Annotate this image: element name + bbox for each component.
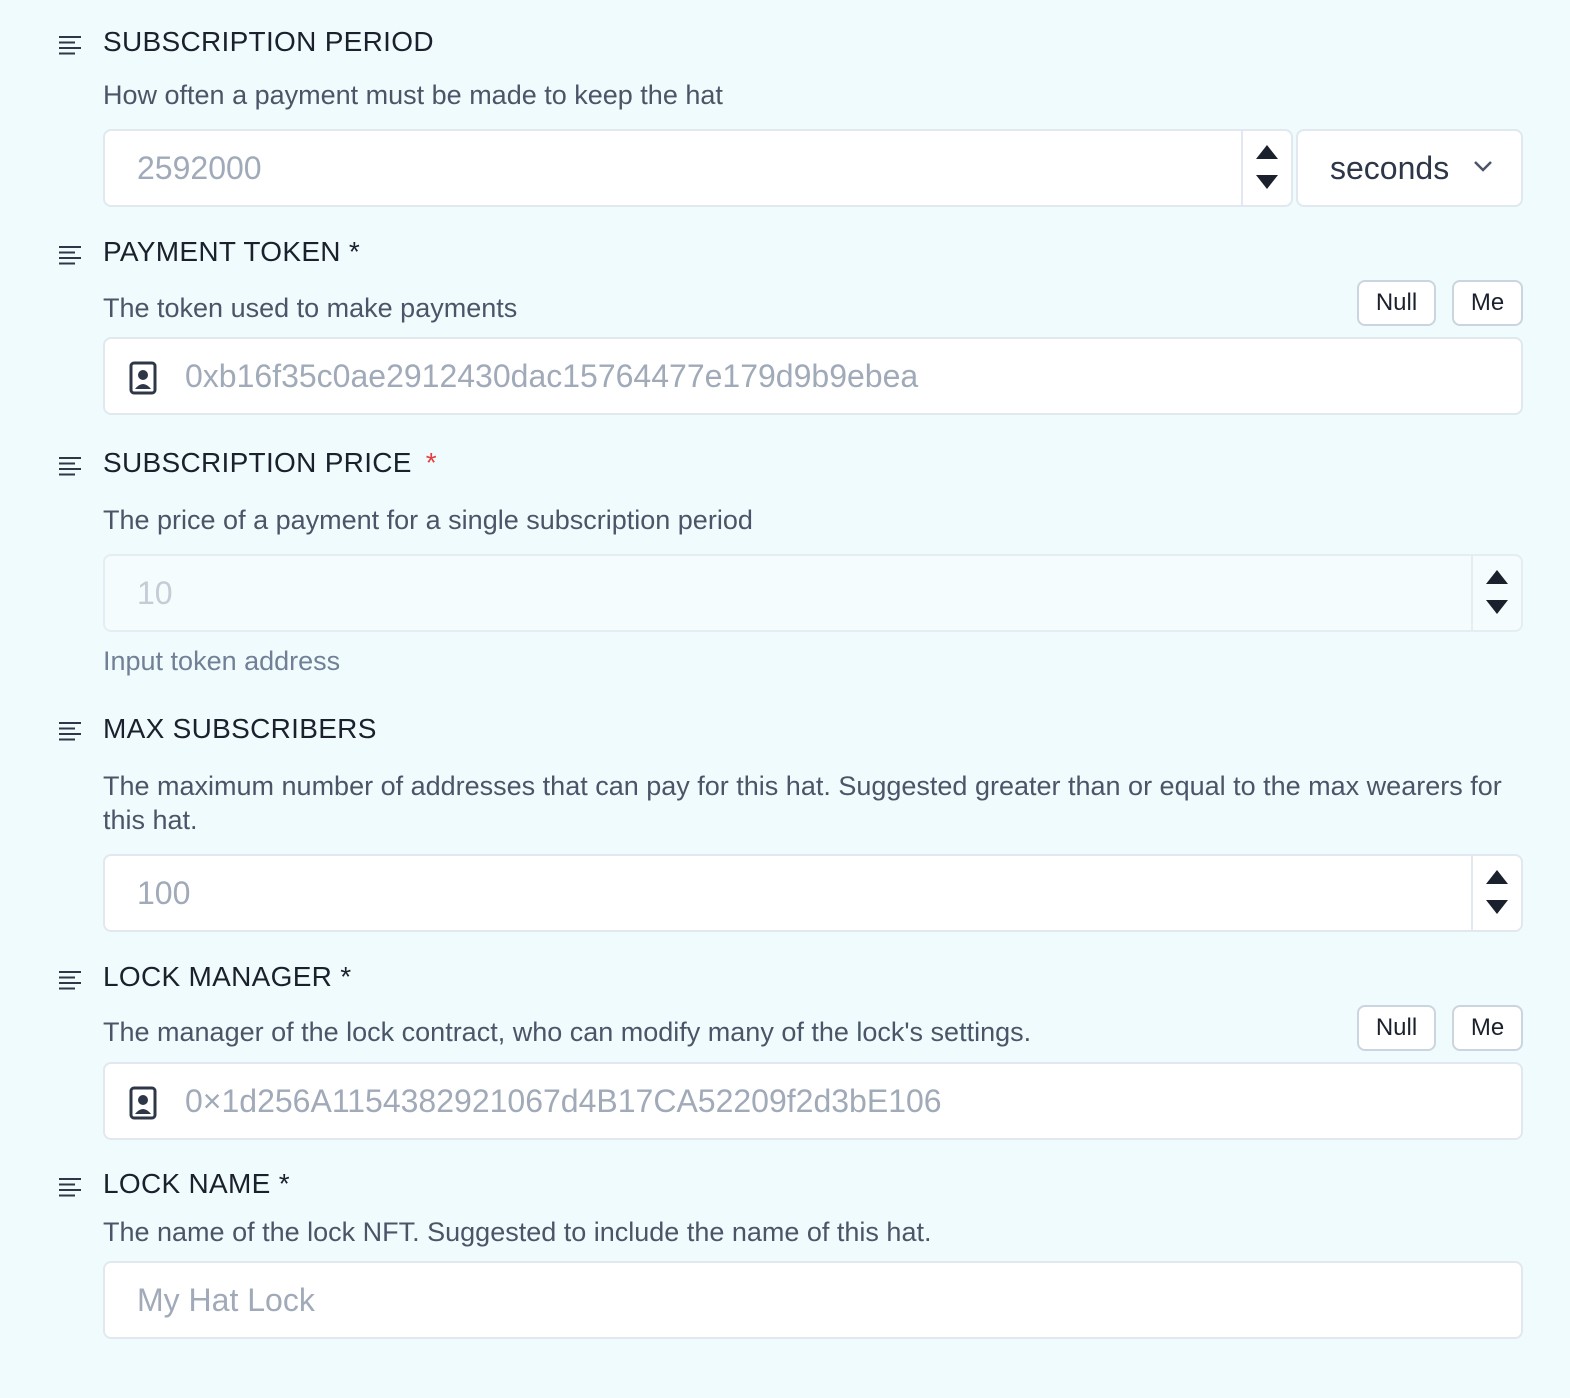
subscription-period-stepper[interactable] bbox=[1241, 131, 1291, 205]
lock-name-input[interactable]: My Hat Lock bbox=[103, 1261, 1523, 1339]
text-align-left-icon bbox=[58, 245, 84, 267]
payment-token-me-button[interactable]: Me bbox=[1452, 280, 1523, 326]
text-align-left-icon bbox=[58, 456, 84, 478]
max-subscribers-description: The maximum number of addresses that can… bbox=[103, 771, 1502, 835]
lock-manager-null-button[interactable]: Null bbox=[1357, 1005, 1436, 1051]
lock-manager-placeholder: 0×1d256A1154382921067d4B17CA52209f2d3bE1… bbox=[185, 1083, 942, 1119]
contact-card-icon bbox=[129, 361, 157, 395]
lock-manager-description: The manager of the lock contract, who ca… bbox=[103, 1017, 1032, 1047]
lock-name-label: LOCK NAME * bbox=[103, 1168, 290, 1199]
subscription-price-placeholder: 10 bbox=[137, 575, 173, 611]
chevron-down-icon bbox=[1474, 161, 1492, 172]
text-align-left-icon bbox=[58, 970, 84, 992]
max-subscribers-placeholder: 100 bbox=[137, 875, 191, 911]
decrement-arrow-icon[interactable] bbox=[1486, 900, 1508, 914]
text-align-left-icon bbox=[58, 1177, 84, 1199]
period-unit-value: seconds bbox=[1330, 150, 1450, 186]
payment-token-null-button[interactable]: Null bbox=[1357, 280, 1436, 326]
max-subscribers-stepper[interactable] bbox=[1471, 856, 1521, 930]
payment-token-placeholder: 0xb16f35c0ae2912430dac15764477e179d9b9eb… bbox=[185, 358, 919, 394]
subscription-period-input[interactable]: 2592000 bbox=[103, 129, 1293, 207]
required-asterisk: * bbox=[425, 447, 437, 478]
decrement-arrow-icon[interactable] bbox=[1256, 175, 1278, 189]
increment-arrow-icon[interactable] bbox=[1256, 145, 1278, 159]
lock-name-description: The name of the lock NFT. Suggested to i… bbox=[103, 1217, 932, 1247]
subscription-price-stepper[interactable] bbox=[1471, 556, 1521, 630]
subscription-price-description: The price of a payment for a single subs… bbox=[103, 505, 753, 535]
subscription-period-description: How often a payment must be made to keep… bbox=[103, 80, 723, 110]
increment-arrow-icon[interactable] bbox=[1486, 570, 1508, 584]
payment-token-description: The token used to make payments bbox=[103, 293, 518, 323]
lock-manager-me-button[interactable]: Me bbox=[1452, 1005, 1523, 1051]
text-align-left-icon bbox=[58, 35, 84, 57]
payment-token-input[interactable]: 0xb16f35c0ae2912430dac15764477e179d9b9eb… bbox=[103, 337, 1523, 415]
contact-card-icon bbox=[129, 1086, 157, 1120]
lock-manager-input[interactable]: 0×1d256A1154382921067d4B17CA52209f2d3bE1… bbox=[103, 1062, 1523, 1140]
lock-manager-label: LOCK MANAGER * bbox=[103, 961, 352, 992]
payment-token-label: PAYMENT TOKEN * bbox=[103, 236, 361, 267]
subscription-price-helper: Input token address bbox=[103, 646, 341, 676]
subscription-price-label-text: SUBSCRIPTION PRICE bbox=[103, 447, 412, 478]
decrement-arrow-icon[interactable] bbox=[1486, 600, 1508, 614]
increment-arrow-icon[interactable] bbox=[1486, 870, 1508, 884]
period-unit-select[interactable]: seconds bbox=[1296, 129, 1523, 207]
subscription-price-label: SUBSCRIPTION PRICE * bbox=[103, 446, 437, 480]
subscription-price-input[interactable]: 10 bbox=[103, 554, 1523, 632]
subscription-period-label: SUBSCRIPTION PERIOD bbox=[103, 26, 434, 57]
lock-name-placeholder: My Hat Lock bbox=[137, 1282, 315, 1318]
text-align-left-icon bbox=[58, 721, 84, 743]
subscription-period-placeholder: 2592000 bbox=[137, 150, 262, 186]
max-subscribers-input[interactable]: 100 bbox=[103, 854, 1523, 932]
max-subscribers-label: MAX SUBSCRIBERS bbox=[103, 713, 377, 744]
